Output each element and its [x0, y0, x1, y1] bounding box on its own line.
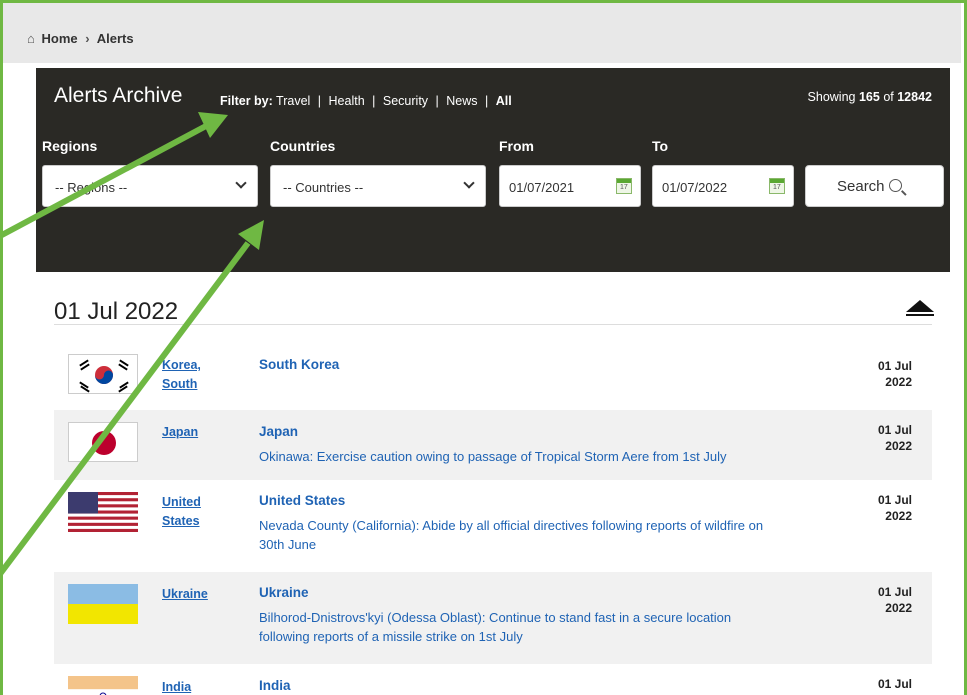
page-title: Alerts Archive [54, 84, 183, 107]
alert-headline[interactable]: United States [259, 493, 345, 508]
from-date-field[interactable]: 01/07/2021 17 [499, 165, 641, 207]
countries-label: Countries [270, 138, 336, 154]
countries-select-value: -- Countries -- [283, 180, 364, 195]
search-button[interactable]: Search [805, 165, 944, 207]
alert-detail[interactable]: Nevada County (California): Abide by all… [259, 516, 859, 554]
to-label: To [652, 138, 669, 154]
country-link[interactable]: Korea, South [162, 356, 201, 394]
chevron-down-icon [235, 177, 247, 189]
filter-all[interactable]: All [496, 94, 512, 108]
alert-headline[interactable]: Japan [259, 424, 298, 439]
search-button-label: Search [837, 178, 885, 195]
alert-detail[interactable]: Okinawa: Exercise caution owing to passa… [259, 447, 839, 466]
collapse-icon[interactable] [906, 300, 934, 316]
results-count: Showing 165 of 12842 [808, 90, 932, 104]
alerts-archive-panel: Alerts Archive Filter by: Travel | Healt… [36, 68, 950, 272]
country-link[interactable]: Ukraine [162, 585, 208, 604]
filter-news[interactable]: News [446, 94, 477, 108]
alert-detail[interactable]: Bilhorod-Dnistrovs'kyi (Odessa Oblast): … [259, 608, 839, 646]
alert-date: 01 Jul 2022 [877, 423, 912, 453]
regions-select-value: -- Regions -- [55, 180, 128, 195]
ukraine-flag [68, 584, 138, 624]
breadcrumb-current: Alerts [96, 31, 134, 46]
chevron-down-icon [463, 177, 475, 189]
search-icon [888, 179, 902, 192]
filter-separator: | [317, 94, 322, 108]
calendar-icon[interactable]: 17 [616, 178, 632, 194]
filter-separator: | [485, 94, 489, 108]
regions-select[interactable]: -- Regions -- [42, 165, 258, 207]
alert-row: United States United States Nevada Count… [54, 480, 932, 572]
alert-date: 01 Jul [877, 677, 912, 691]
country-link[interactable]: India [162, 678, 191, 695]
alert-date: 01 Jul 2022 [877, 493, 912, 523]
usa-flag [68, 492, 138, 532]
filter-separator: | [372, 94, 376, 108]
alert-headline[interactable]: South Korea [259, 357, 339, 372]
breadcrumb-home[interactable]: Home [41, 31, 77, 46]
india-flag [68, 676, 138, 695]
alerts-list: 01 Jul 2022 Korea, South South Korea 01 … [36, 272, 950, 695]
country-link[interactable]: Japan [162, 423, 198, 442]
to-date-value: 01/07/2022 [662, 180, 728, 195]
from-label: From [499, 138, 534, 154]
filter-label: Filter by: [220, 94, 273, 108]
breadcrumb-bar [3, 3, 961, 63]
showing-of: of [883, 90, 894, 104]
alert-row: Japan Japan Okinawa: Exercise caution ow… [54, 410, 932, 480]
filter-bar: Filter by: Travel | Health | Security | … [220, 94, 512, 108]
regions-label: Regions [42, 138, 98, 154]
filter-security[interactable]: Security [383, 94, 428, 108]
showing-total: 12842 [897, 90, 932, 104]
alert-date: 01 Jul 2022 [877, 585, 912, 615]
alert-row: India India 01 Jul [54, 664, 932, 695]
alert-headline[interactable]: India [259, 678, 291, 693]
calendar-icon[interactable]: 17 [769, 178, 785, 194]
showing-prefix: Showing [807, 90, 856, 104]
alert-headline[interactable]: Ukraine [259, 585, 309, 600]
alert-row: Korea, South South Korea 01 Jul 2022 [54, 342, 932, 410]
to-date-field[interactable]: 01/07/2022 17 [652, 165, 794, 207]
divider [54, 324, 932, 325]
countries-select[interactable]: -- Countries -- [270, 165, 486, 207]
filter-health[interactable]: Health [329, 94, 365, 108]
breadcrumb: ⌂ Home › Alerts [27, 31, 134, 46]
country-link[interactable]: United States [162, 493, 201, 531]
alert-date: 01 Jul 2022 [877, 359, 912, 389]
from-date-value: 01/07/2021 [509, 180, 575, 195]
south-korea-flag [68, 354, 138, 394]
showing-count: 165 [858, 90, 880, 104]
japan-flag [68, 422, 138, 462]
date-group-heading: 01 Jul 2022 [54, 298, 179, 325]
home-icon[interactable]: ⌂ [27, 31, 35, 46]
breadcrumb-separator: › [85, 31, 90, 46]
filter-travel[interactable]: Travel [276, 94, 310, 108]
alert-row: Ukraine Ukraine Bilhorod-Dnistrovs'kyi (… [54, 572, 932, 664]
filter-separator: | [435, 94, 439, 108]
